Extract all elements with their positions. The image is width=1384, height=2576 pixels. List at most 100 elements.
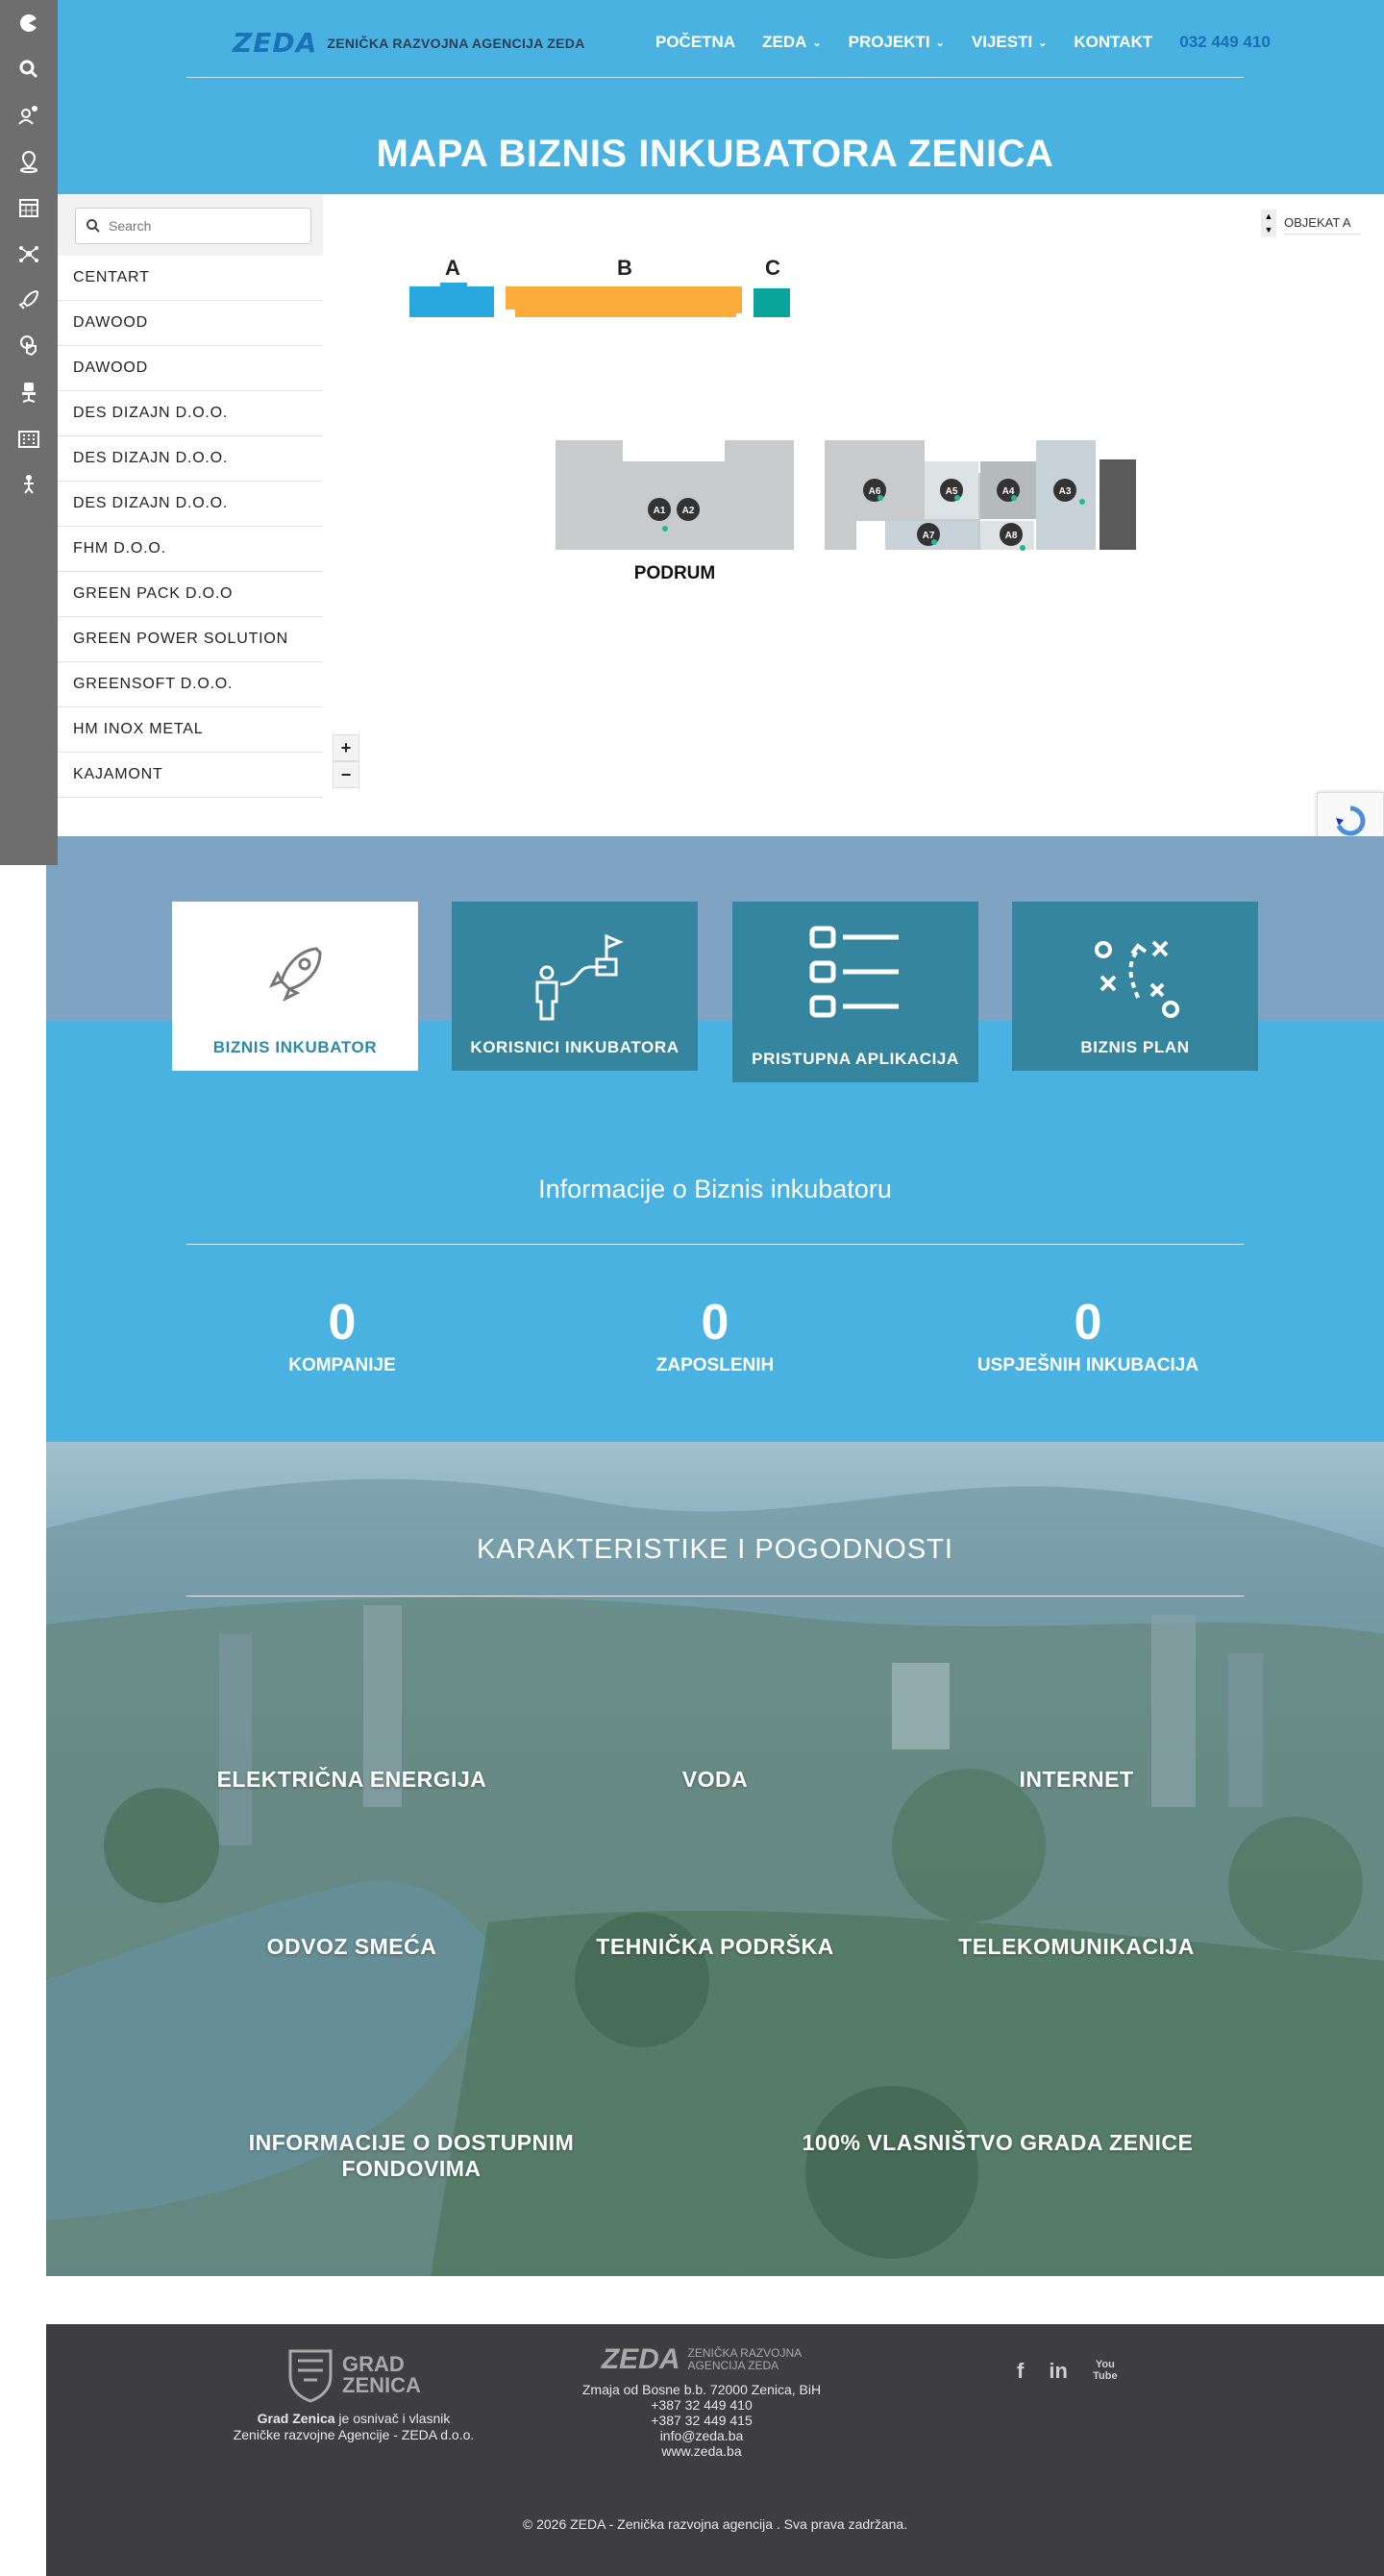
grad-logo-line1: GRAD bbox=[342, 2352, 405, 2376]
calendar-icon[interactable] bbox=[0, 188, 58, 227]
building-a-label: A bbox=[445, 256, 460, 280]
card-pristupna-aplikacija[interactable]: PRISTUPNA APLIKACIJA bbox=[732, 902, 978, 1082]
touch-icon[interactable] bbox=[0, 327, 58, 365]
chevron-up-icon[interactable]: ▲ bbox=[1261, 210, 1276, 223]
building-b[interactable] bbox=[506, 286, 742, 317]
footer-email[interactable]: info@zeda.ba bbox=[577, 2428, 827, 2443]
card-label: KORISNICI INKUBATORA bbox=[470, 1038, 680, 1056]
company-sidebar: CENTARTDAWOODDAWOODDES DIZAJN D.O.O.DES … bbox=[58, 194, 323, 798]
search-icon bbox=[86, 219, 100, 233]
unit-a6-marker[interactable]: A6 bbox=[863, 479, 886, 502]
chevron-down-icon: ⌄ bbox=[812, 37, 822, 49]
company-list-item[interactable]: DES DIZAJN D.O.O. bbox=[58, 391, 323, 436]
company-list-item[interactable]: CENTART bbox=[58, 256, 323, 301]
floor-block-left[interactable] bbox=[556, 440, 794, 550]
company-list-item[interactable]: GREEN PACK D.O.O bbox=[58, 572, 323, 617]
feature-elektricna-energija: ELEKTRIČNA ENERGIJA bbox=[216, 1767, 487, 1792]
features-title: KARAKTERISTIKE I POGODNOSTI bbox=[477, 1534, 953, 1565]
floor-plan-map[interactable]: A B C PODRUM A1 A2 A6 A5 A4 A3 A7 A8 bbox=[323, 194, 1284, 836]
nav-phone-link[interactable]: 032 449 410 bbox=[1179, 33, 1271, 52]
pacman-icon[interactable] bbox=[0, 4, 58, 42]
checklist-icon bbox=[732, 921, 978, 1027]
company-list-item[interactable]: KAJAMONT bbox=[58, 753, 323, 798]
linkedin-icon[interactable]: in bbox=[1049, 2359, 1068, 2384]
object-selector[interactable]: ▲ ▼ OBJEKAT A bbox=[1261, 210, 1361, 236]
nav-item-projekti[interactable]: PROJEKTI ⌄ bbox=[849, 33, 945, 52]
building-b-label: B bbox=[617, 256, 632, 280]
site-logo[interactable]: ZEDA ZENIČKA RAZVOJNA AGENCIJA ZEDA bbox=[233, 27, 585, 59]
card-biznis-inkubator[interactable]: BIZNIS INKUBATOR bbox=[172, 902, 418, 1071]
company-list-item[interactable]: FHM D.O.O. bbox=[58, 527, 323, 572]
building-a[interactable] bbox=[409, 283, 494, 317]
stat-value: 0 bbox=[1074, 1295, 1102, 1350]
footer-phone-1[interactable]: +387 32 449 410 bbox=[577, 2397, 827, 2413]
floor-notch bbox=[856, 521, 885, 550]
footer-zeda-logo[interactable]: ZEDA ZENIČKA RAZVOJNA AGENCIJA ZEDA bbox=[577, 2345, 827, 2374]
company-list-item[interactable]: DES DIZAJN D.O.O. bbox=[58, 436, 323, 482]
office-chair-icon[interactable] bbox=[0, 373, 58, 411]
company-list-item[interactable]: HM INOX METAL bbox=[58, 707, 323, 753]
search-input[interactable] bbox=[109, 218, 301, 234]
nav-item-zeda[interactable]: ZEDA ⌄ bbox=[762, 33, 822, 52]
nav-label: VIJESTI bbox=[971, 33, 1033, 51]
card-korisnici-inkubatora[interactable]: KORISNICI INKUBATORA bbox=[452, 902, 698, 1071]
youtube-icon[interactable]: You Tube bbox=[1093, 2359, 1118, 2384]
unit-a5-marker[interactable]: A5 bbox=[940, 479, 963, 502]
grad-zenica-logo[interactable]: GRAD ZENICA bbox=[219, 2347, 488, 2403]
search-box[interactable] bbox=[75, 208, 311, 244]
unit-a1-label: A1 bbox=[654, 506, 666, 516]
grad-logo-line2: ZENICA bbox=[342, 2373, 421, 2397]
logo-text: ZENIČKA RAZVOJNA AGENCIJA ZEDA bbox=[327, 35, 585, 51]
object-stepper[interactable]: ▲ ▼ bbox=[1261, 210, 1276, 236]
settings-user-icon[interactable] bbox=[0, 96, 58, 135]
map-zoom-control: + − bbox=[333, 734, 359, 788]
unit-a3-label: A3 bbox=[1059, 486, 1072, 497]
facebook-icon[interactable]: f bbox=[1017, 2359, 1024, 2384]
footer-zeda-block: ZEDA ZENIČKA RAZVOJNA AGENCIJA ZEDA Zmaj… bbox=[577, 2345, 827, 2460]
object-select-value[interactable]: OBJEKAT A bbox=[1284, 211, 1361, 235]
company-list-item[interactable]: GREENSOFT D.O.O. bbox=[58, 662, 323, 707]
unit-a7-marker[interactable]: A7 bbox=[917, 523, 940, 546]
footer-zeda-name: ZENIČKA RAZVOJNA AGENCIJA ZEDA bbox=[687, 2347, 802, 2372]
zoom-in-button[interactable]: + bbox=[333, 734, 359, 761]
zoom-out-button[interactable]: − bbox=[333, 761, 359, 788]
network-icon[interactable] bbox=[0, 235, 58, 273]
page-title: MAPA BIZNIS INKUBATORA ZENICA bbox=[376, 133, 1054, 175]
side-dock bbox=[0, 0, 58, 865]
presenter-icon[interactable] bbox=[0, 465, 58, 504]
unit-a7-label: A7 bbox=[923, 531, 935, 541]
footer-phone-2[interactable]: +387 32 449 415 bbox=[577, 2413, 827, 2428]
feature-voda: VODA bbox=[681, 1767, 749, 1792]
unit-a2-label: A2 bbox=[682, 506, 695, 516]
card-biznis-plan[interactable]: BIZNIS PLAN bbox=[1012, 902, 1258, 1071]
grad-caption-text: je osnivač i vlasnik bbox=[334, 2411, 451, 2426]
stat-label: USPJEŠNIH INKUBACIJA bbox=[976, 1355, 1199, 1375]
rocket-icon[interactable] bbox=[0, 281, 58, 319]
grad-caption-line2: Zeničke razvojne Agencije - ZEDA d.o.o. bbox=[233, 2427, 475, 2442]
company-list-item[interactable]: GREEN POWER SOLUTION bbox=[58, 617, 323, 662]
unit-a4-marker[interactable]: A4 bbox=[997, 479, 1020, 502]
footer-website[interactable]: www.zeda.ba bbox=[577, 2443, 827, 2459]
stat-uspjesnih-inkubacija: 0 USPJEŠNIH INKUBACIJA bbox=[896, 1294, 1280, 1376]
zeda-logo-mark: ZEDA bbox=[233, 27, 318, 59]
company-list-item[interactable]: DAWOOD bbox=[58, 346, 323, 391]
location-pin-icon[interactable] bbox=[0, 142, 58, 181]
nav-label: PROJEKTI bbox=[848, 33, 930, 51]
chevron-down-icon[interactable]: ▼ bbox=[1261, 223, 1276, 236]
grad-logo-text: GRAD ZENICA bbox=[342, 2354, 421, 2396]
nav-item-vijesti[interactable]: VIJESTI ⌄ bbox=[972, 33, 1048, 52]
feature-tehnicka-podrska: TEHNIČKA PODRŠKA bbox=[596, 1934, 834, 1959]
building-icon[interactable] bbox=[0, 419, 58, 458]
building-c-label: C bbox=[765, 256, 780, 280]
page-root: ZEDA ZENIČKA RAZVOJNA AGENCIJA ZEDA POČE… bbox=[0, 0, 1384, 2576]
nav-item-pocetna[interactable]: POČETNA bbox=[655, 33, 735, 52]
unit-a5-label: A5 bbox=[946, 486, 958, 497]
company-list-item[interactable]: DES DIZAJN D.O.O. bbox=[58, 482, 323, 527]
stat-value: 0 bbox=[701, 1295, 729, 1350]
search-icon[interactable] bbox=[0, 50, 58, 88]
recaptcha-icon bbox=[1336, 805, 1366, 836]
unit-a2-marker[interactable]: A2 bbox=[677, 498, 700, 521]
building-c[interactable] bbox=[754, 288, 790, 317]
nav-item-kontakt[interactable]: KONTAKT bbox=[1074, 33, 1152, 52]
company-list-item[interactable]: DAWOOD bbox=[58, 301, 323, 346]
